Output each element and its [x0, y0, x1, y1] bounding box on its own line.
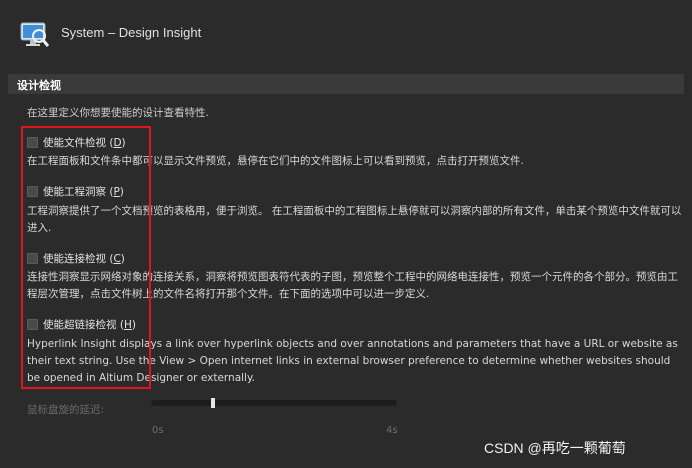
page-title: System – Design Insight: [61, 25, 202, 40]
slider-min-label: 0s: [152, 425, 164, 436]
section-header: 设计检视: [8, 74, 684, 94]
hover-delay-slider[interactable]: [151, 400, 397, 406]
highlight-box: [21, 126, 151, 389]
design-insight-icon: [20, 22, 50, 47]
intro-text: 在这里定义你想要使能的设计查看特性.: [27, 107, 209, 119]
section-title: 设计检视: [17, 79, 61, 92]
hover-delay-label: 鼠标盘旋的延迟:: [27, 404, 105, 416]
window-header: System – Design Insight: [0, 0, 692, 68]
watermark: CSDN @再吃一颗葡萄: [484, 440, 626, 456]
slider-thumb[interactable]: [210, 398, 215, 408]
slider-max-label: 4s: [386, 425, 398, 436]
